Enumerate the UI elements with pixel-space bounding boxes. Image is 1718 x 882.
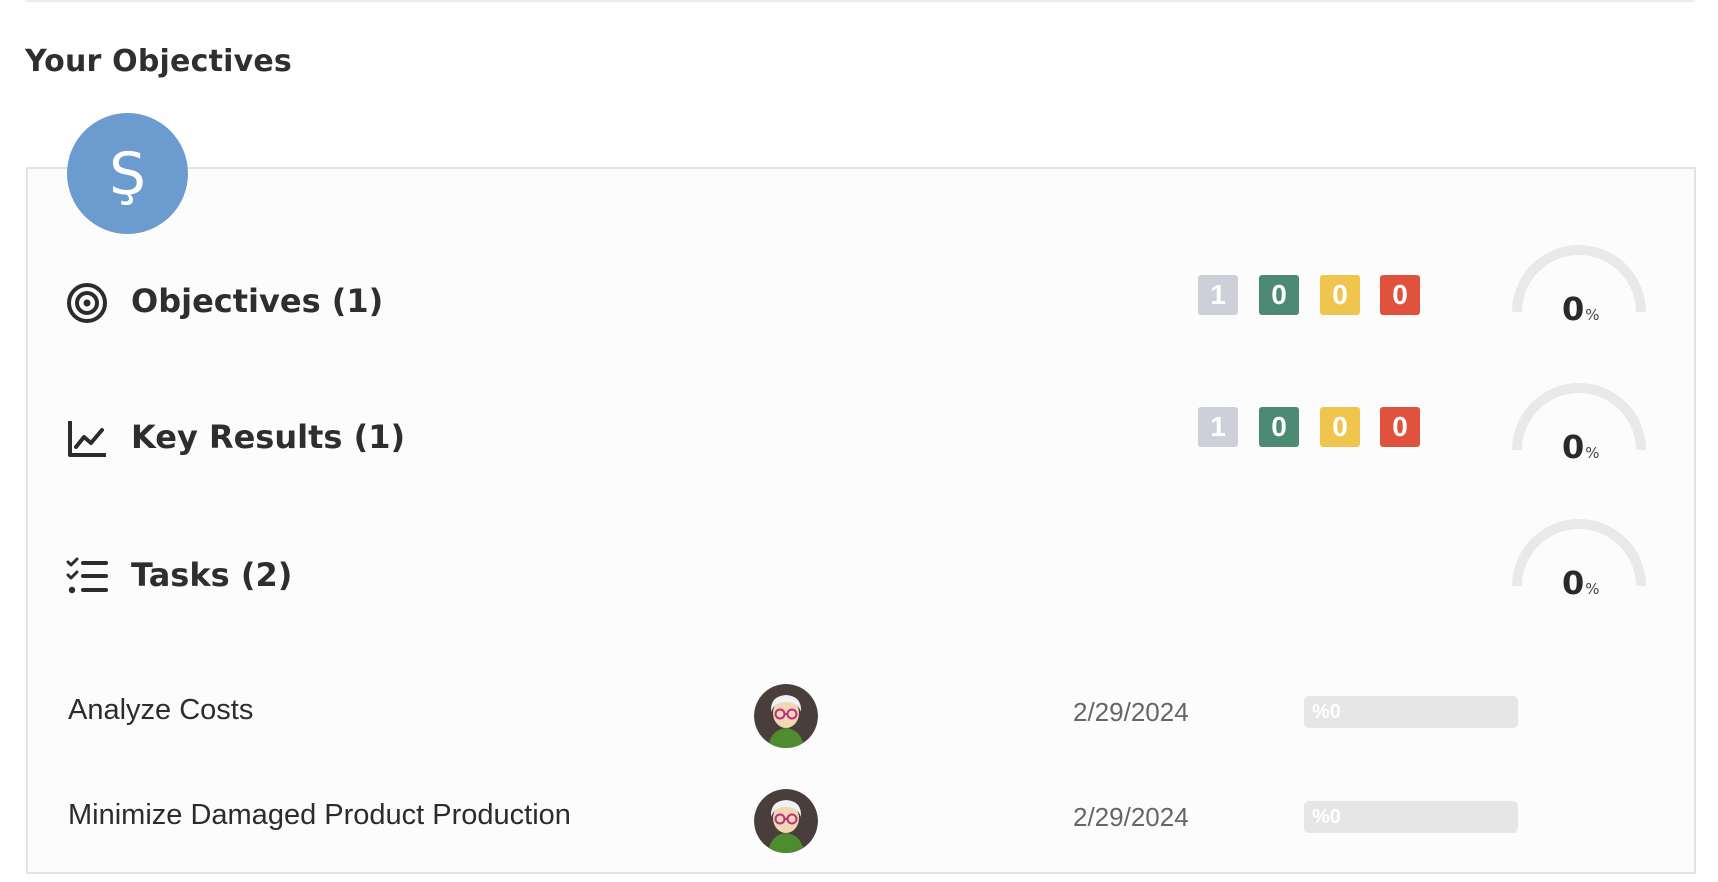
task-name[interactable]: Analyze Costs [68,694,253,727]
key-results-label[interactable]: Key Results (1) [131,418,405,456]
objectives-label[interactable]: Objectives (1) [131,282,383,320]
task-name[interactable]: Minimize Damaged Product Production [68,799,571,832]
key-results-on-track-count: 0 [1259,407,1299,447]
task-progress-bar: %0 [1304,801,1518,833]
objectives-panel [26,167,1696,874]
assignee-avatar[interactable] [754,789,818,853]
objectives-at-risk-count: 0 [1320,275,1360,315]
task-progress-label: %0 [1312,701,1341,723]
top-divider [25,0,1695,2]
key-results-at-risk-count: 0 [1320,407,1360,447]
task-due-date: 2/29/2024 [1073,697,1189,727]
key-results-progress-value: 0% [1562,428,1600,466]
tasks-label[interactable]: Tasks (2) [131,556,292,594]
objectives-on-track-count: 0 [1259,275,1299,315]
section-title: Your Objectives [25,44,292,79]
task-progress-label: %0 [1312,806,1341,828]
task-progress-bar: %0 [1304,696,1518,728]
tasks-progress-value: 0% [1562,564,1600,602]
objectives-progress-value: 0% [1562,290,1600,328]
owner-avatar[interactable]: Ş [67,113,188,234]
checklist-icon [66,556,108,598]
objectives-not-started-count: 1 [1198,275,1238,315]
objectives-behind-count: 0 [1380,275,1420,315]
task-due-date: 2/29/2024 [1073,802,1189,832]
line-chart-icon [66,418,108,460]
key-results-behind-count: 0 [1380,407,1420,447]
key-results-not-started-count: 1 [1198,407,1238,447]
target-icon [66,282,108,324]
assignee-avatar[interactable] [754,684,818,748]
